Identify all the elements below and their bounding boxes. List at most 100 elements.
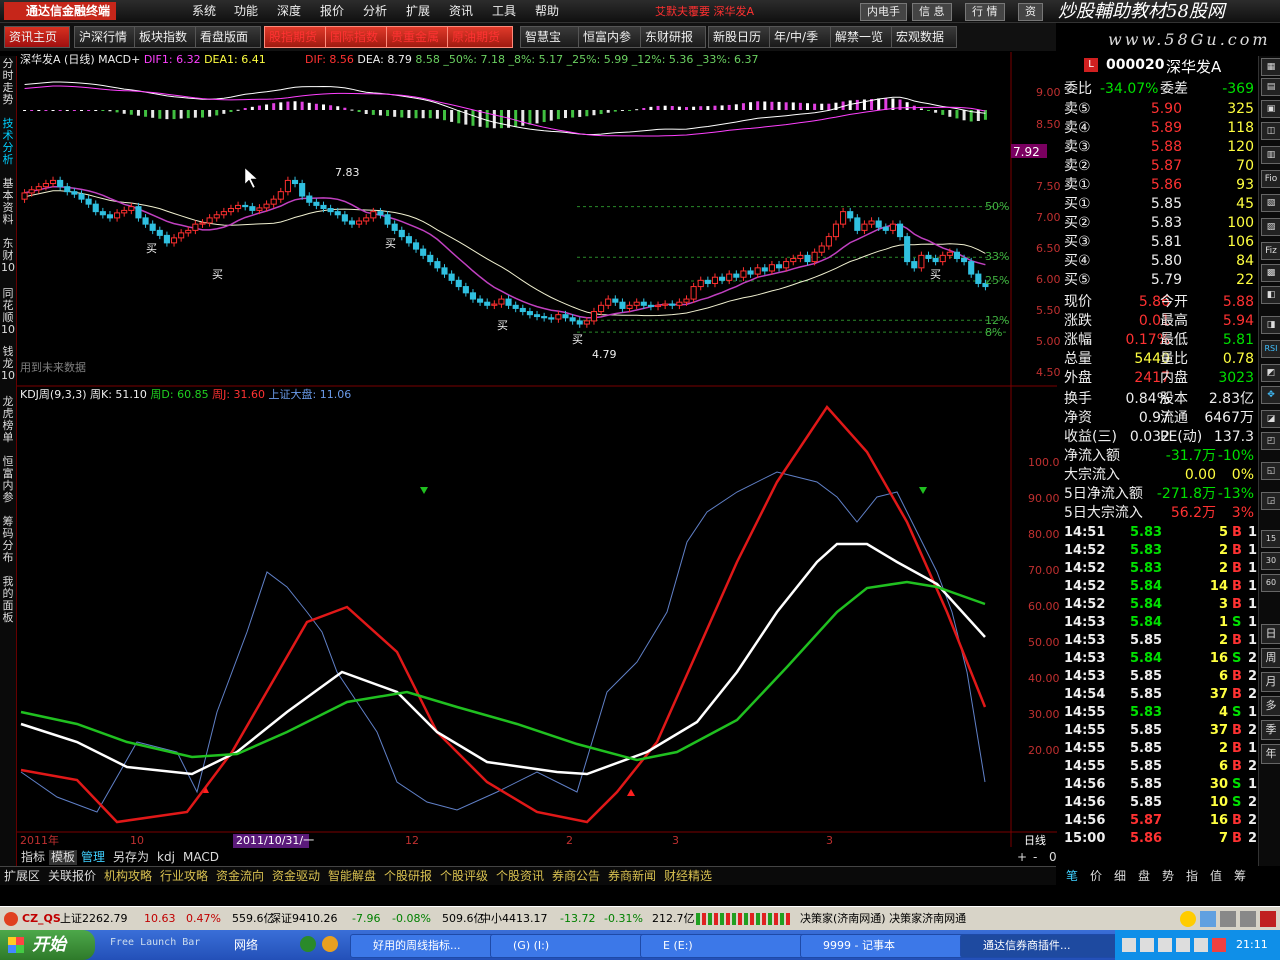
status-index-sme[interactable]: 中小4413.17	[480, 911, 548, 927]
toolbar-button-unlock[interactable]: 解禁一览	[830, 26, 896, 48]
tool-icon[interactable]: ▣	[1261, 100, 1280, 118]
ask-row[interactable]: 卖① 5.86 93	[1062, 176, 1258, 195]
bid-row[interactable]: 买② 5.83 100	[1062, 214, 1258, 233]
indicator-name[interactable]: MACD+	[98, 53, 140, 66]
left-tab-tonghuashun[interactable]: 同花顺10	[1, 288, 15, 336]
launch-bar-label[interactable]: Free Launch Bar	[110, 937, 200, 948]
rb-tab[interactable]: 盘	[1134, 867, 1154, 884]
task-button[interactable]: 9999 - 记事本	[800, 934, 974, 958]
tool-icon[interactable]: ◨	[1261, 316, 1280, 334]
toolbar-button-metals[interactable]: 贵重金属	[386, 26, 452, 48]
toolbar-button-research[interactable]: 东财研报	[640, 26, 706, 48]
menu-function[interactable]: 功能	[234, 3, 258, 19]
bid-row[interactable]: 买⑤ 5.79 22	[1062, 271, 1258, 290]
fiz-icon[interactable]: Fiz	[1261, 242, 1280, 260]
rb-tab[interactable]: 值	[1206, 867, 1226, 884]
tool-icon[interactable]: ◩	[1261, 364, 1280, 382]
toolbar-button-macro[interactable]: 宏观数据	[891, 26, 957, 48]
tab-template[interactable]: 模板	[49, 850, 78, 865]
toolbar-button-index-futures[interactable]: 股指期货	[264, 26, 330, 48]
bid-row[interactable]: 买③ 5.81 106	[1062, 233, 1258, 252]
menu-depth[interactable]: 深度	[277, 3, 301, 19]
tab-save-as[interactable]: 另存为	[111, 850, 151, 865]
tab-manage[interactable]: 管理	[79, 850, 107, 865]
quick-link[interactable]: 个股评级	[440, 868, 488, 884]
network-label[interactable]: 网络	[234, 936, 258, 953]
tool-icon[interactable]: ▨	[1261, 218, 1280, 236]
reset-button[interactable]: 0	[1047, 850, 1059, 865]
rb-tab[interactable]: 筹	[1230, 867, 1250, 884]
tab-macd[interactable]: MACD	[181, 850, 221, 865]
search-icon[interactable]	[1240, 911, 1256, 927]
ask-row[interactable]: 卖⑤ 5.90 325	[1062, 100, 1258, 119]
tool-icon[interactable]: ◰	[1261, 432, 1280, 450]
tray-icon[interactable]	[1140, 938, 1154, 952]
period-multi-tab[interactable]: 多	[1261, 696, 1280, 716]
menu-extend[interactable]: 扩展	[406, 3, 430, 19]
menu-quote[interactable]: 报价	[320, 3, 344, 19]
status-index-sz[interactable]: 深证9410.26	[270, 911, 338, 927]
alert-ticker[interactable]: 艾默夫覆要 深华发A	[655, 4, 754, 20]
tool-icon[interactable]: ▤	[1261, 78, 1280, 96]
toolbar-button-sh-sz[interactable]: 沪深行情	[74, 26, 140, 48]
rb-tab[interactable]: 指	[1182, 867, 1202, 884]
period-label[interactable]: 日线	[1024, 834, 1046, 848]
tool-icon[interactable]: ◲	[1261, 492, 1280, 510]
rb-tab[interactable]: 势	[1158, 867, 1178, 884]
alarm-icon[interactable]	[1180, 911, 1196, 927]
left-tab-chips[interactable]: 筹码分布	[1, 516, 15, 564]
ask-row[interactable]: 卖④ 5.89 118	[1062, 119, 1258, 138]
number-15-icon[interactable]: 15	[1261, 530, 1280, 548]
status-code[interactable]: CZ_QS	[22, 911, 61, 927]
quick-link[interactable]: 资金驱动	[272, 868, 320, 884]
toolbar-button-oil[interactable]: 原油期货	[447, 26, 513, 48]
tray-icon[interactable]	[1158, 938, 1172, 952]
number-30-icon[interactable]: 30	[1261, 552, 1280, 570]
window-button-market[interactable]: 行 情	[965, 3, 1005, 21]
close-icon[interactable]	[1260, 911, 1276, 927]
period-week-tab[interactable]: 周	[1261, 648, 1280, 668]
left-tab-qianlong[interactable]: 钱龙10	[1, 346, 15, 382]
tab-indicator[interactable]: 指标	[19, 850, 47, 865]
kdj-indicator-name[interactable]: KDJ周(9,3,3)	[20, 388, 87, 401]
tool-icon[interactable]: ◱	[1261, 462, 1280, 480]
tool-icon[interactable]: ▦	[1261, 58, 1280, 76]
toolbar-button-intl-index[interactable]: 国际指数	[325, 26, 391, 48]
tray-icon[interactable]	[1176, 938, 1190, 952]
tab-kdj[interactable]: kdj	[155, 850, 177, 865]
clock[interactable]: 21:11	[1236, 938, 1268, 951]
left-tab-technical[interactable]: 技术分析	[1, 118, 15, 166]
ask-row[interactable]: 卖② 5.87 70	[1062, 157, 1258, 176]
task-button-active[interactable]: 通达信券商插件...	[960, 934, 1134, 958]
rb-tab[interactable]: 价	[1086, 867, 1106, 884]
ask-row[interactable]: 卖③ 5.88 120	[1062, 138, 1258, 157]
quick-link[interactable]: 关联报价	[48, 868, 96, 884]
quick-link[interactable]: 智能解盘	[328, 868, 376, 884]
tray-icon[interactable]	[1122, 938, 1136, 952]
left-tab-eastmoney[interactable]: 东财10	[1, 238, 15, 274]
tool-icon[interactable]: ◫	[1261, 122, 1280, 140]
period-quarter-tab[interactable]: 季	[1261, 720, 1280, 740]
chart-area[interactable]	[17, 52, 1057, 852]
left-tab-my-panel[interactable]: 我的面板	[1, 576, 15, 624]
toolbar-button-sector[interactable]: 板块指数	[134, 26, 200, 48]
grid-icon[interactable]	[1200, 911, 1216, 927]
quick-link[interactable]: 机构攻略	[104, 868, 152, 884]
quick-link[interactable]: 个股资讯	[496, 868, 544, 884]
tray-icon[interactable]	[1212, 938, 1226, 952]
left-tab-hengfu[interactable]: 恒富内参	[1, 456, 15, 504]
tool-icon[interactable]: ▥	[1261, 146, 1280, 164]
window-button-info[interactable]: 信 息	[912, 3, 952, 21]
bid-row[interactable]: 买④ 5.80 84	[1062, 252, 1258, 271]
toolbar-button-reports[interactable]: 年/中/季	[769, 26, 833, 48]
zoom-out-button[interactable]: -	[1031, 850, 1039, 865]
toolbar-button-smart[interactable]: 智慧宝	[520, 26, 580, 48]
move-icon[interactable]: ✥	[1261, 386, 1280, 404]
rsi-icon[interactable]: RSI	[1261, 340, 1280, 358]
menu-system[interactable]: 系统	[192, 3, 216, 19]
status-index-sh[interactable]: 上证2262.79	[60, 911, 128, 927]
toolbar-button-ipo-calendar[interactable]: 新股日历	[708, 26, 774, 48]
toolbar-button-hengfu[interactable]: 恒富内参	[578, 26, 644, 48]
toolbar-button-layout[interactable]: 看盘版面	[195, 26, 261, 48]
tool-icon[interactable]: ◧	[1261, 286, 1280, 304]
